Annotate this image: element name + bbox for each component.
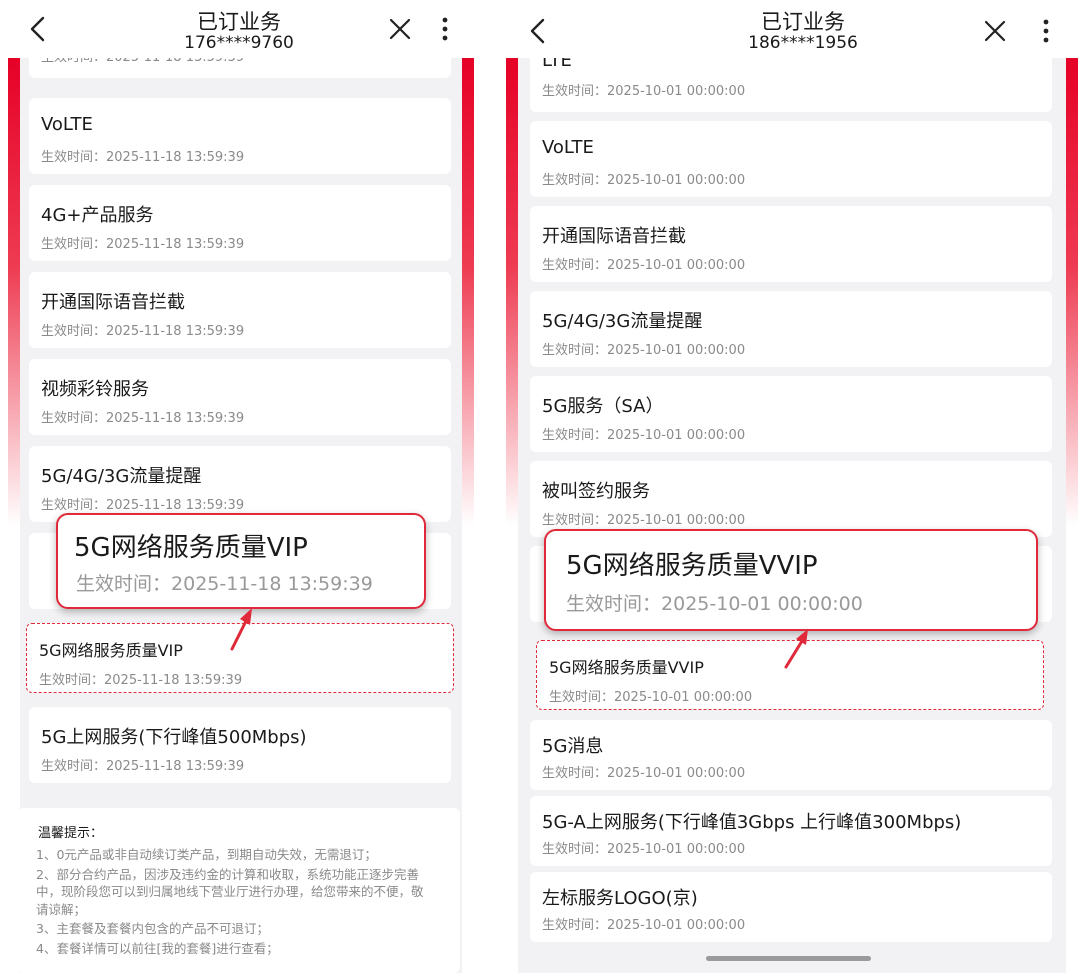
service-card[interactable]: 5G/4G/3G流量提醒 生效时间：2025-10-01 00:00:00 — [530, 291, 1052, 367]
service-card[interactable]: 5G/4G/3G流量提醒 生效时间：2025-11-18 13:59:39 — [29, 446, 451, 522]
right-screenshot-panel: 已订业务 186****1956 LTE 生效时间：2025-10-01 00:… — [506, 0, 1080, 973]
service-card[interactable]: 开通国际语音拦截 生效时间：2025-10-01 00:00:00 — [530, 206, 1052, 282]
callout-service-name: 5G网络服务质量VVIP — [566, 551, 818, 581]
tips-list: 1、0元产品或非自动续订类产品，到期自动失效，无需退订； 2、部分合约产品，因涉… — [36, 846, 431, 959]
red-pointer-arrow-icon — [784, 629, 808, 669]
service-date: 生效时间：2025-11-18 13:59:39 — [41, 150, 245, 165]
service-date: 生效时间：2025-10-01 00:00:00 — [542, 258, 746, 273]
right-red-side-bar — [1066, 56, 1078, 526]
service-card[interactable]: VoLTE 生效时间：2025-11-18 13:59:39 — [29, 98, 451, 174]
service-date: 生效时间：2025-11-18 13:59:39 — [41, 411, 245, 426]
service-date: 生效时间：2025-10-01 00:00:00 — [542, 343, 746, 358]
red-pointer-arrow-icon — [230, 608, 252, 651]
service-name: 5G网络服务质量VVIP — [549, 658, 704, 677]
service-name: 5G/4G/3G流量提醒 — [542, 311, 703, 332]
service-card[interactable]: VoLTE 生效时间：2025-10-01 00:00:00 — [530, 121, 1052, 197]
service-card[interactable]: 4G+产品服务 生效时间：2025-11-18 13:59:39 — [29, 185, 451, 261]
tips-title: 温馨提示： — [38, 826, 104, 841]
callout-service-date: 生效时间：2025-10-01 00:00:00 — [566, 593, 863, 615]
service-name: 被叫签约服务 — [542, 481, 650, 502]
service-name: 视频彩铃服务 — [41, 379, 149, 400]
panel-divider — [478, 0, 506, 973]
service-date: 生效时间：2025-11-18 13:59:39 — [41, 237, 245, 252]
left-red-side-bar — [8, 56, 20, 526]
tips-line: 1、0元产品或非自动续订类产品，到期自动失效，无需退订； — [36, 847, 377, 862]
service-date: 生效时间：2025-10-01 00:00:00 — [542, 84, 746, 99]
service-date: 生效时间：2025-11-18 13:59:39 — [41, 498, 245, 513]
more-options-icon[interactable] — [1029, 14, 1063, 48]
close-icon[interactable] — [383, 12, 417, 46]
service-date: 生效时间：2025-10-01 00:00:00 — [542, 428, 746, 443]
service-card[interactable]: 5G服务（SA） 生效时间：2025-10-01 00:00:00 — [530, 376, 1052, 452]
service-name: VoLTE — [542, 137, 594, 158]
service-date: 生效时间：2025-10-01 00:00:00 — [542, 918, 746, 933]
zoom-callout: 5G网络服务质量VIP 生效时间：2025-11-18 13:59:39 — [56, 513, 426, 609]
left-red-side-bar — [506, 56, 518, 526]
service-name: 5G网络服务质量VIP — [39, 641, 183, 660]
service-date: 生效时间：2025-10-01 00:00:00 — [542, 173, 746, 188]
callout-service-date: 生效时间：2025-11-18 13:59:39 — [76, 573, 373, 595]
more-options-icon[interactable] — [428, 12, 462, 46]
tips-line: 4、套餐详情可以前往[我的套餐]进行查看； — [36, 940, 279, 956]
service-card[interactable]: 视频彩铃服务 生效时间：2025-11-18 13:59:39 — [29, 359, 451, 435]
service-name: 5G上网服务(下行峰值500Mbps) — [41, 727, 307, 748]
service-name: 开通国际语音拦截 — [542, 226, 686, 247]
service-date: 生效时间：2025-11-18 13:59:39 — [41, 324, 245, 339]
tips-line: 2、部分合约产品，因涉及违约金的计算和收取，系统功能正逐步完善中，现阶段您可以到… — [36, 866, 424, 917]
service-name: 左标服务LOGO(京) — [542, 888, 698, 909]
service-date: 生效时间：2025-10-01 00:00:00 — [542, 766, 746, 781]
tips-line: 3、主套餐及套餐内包含的产品不可退订； — [36, 921, 269, 936]
app-header: 已订业务 186****1956 — [506, 0, 1080, 58]
left-screenshot-panel: 已订业务 176****9760 生效时间：2025-11-18 13:59:3… — [0, 0, 478, 973]
service-name: 5G服务（SA） — [542, 396, 664, 417]
service-card[interactable]: 开通国际语音拦截 生效时间：2025-11-18 13:59:39 — [29, 272, 451, 348]
callout-service-name: 5G网络服务质量VIP — [74, 533, 308, 563]
home-indicator[interactable] — [706, 956, 871, 961]
close-icon[interactable] — [978, 14, 1012, 48]
service-date: 生效时间：2025-10-01 00:00:00 — [542, 842, 746, 857]
right-red-side-bar — [462, 56, 474, 526]
service-name: 5G-A上网服务(下行峰值3Gbps 上行峰值300Mbps) — [542, 812, 962, 833]
service-card[interactable]: 左标服务LOGO(京) 生效时间：2025-10-01 00:00:00 — [530, 872, 1052, 942]
service-date: 生效时间：2025-11-18 13:59:39 — [39, 673, 243, 688]
service-card[interactable]: 被叫签约服务 生效时间：2025-10-01 00:00:00 — [530, 461, 1052, 537]
service-name: 开通国际语音拦截 — [41, 292, 185, 313]
app-header: 已订业务 176****9760 — [0, 0, 478, 58]
service-name: 4G+产品服务 — [41, 205, 154, 226]
zoom-callout: 5G网络服务质量VVIP 生效时间：2025-10-01 00:00:00 — [544, 529, 1038, 631]
service-date: 生效时间：2025-11-18 13:59:39 — [41, 759, 245, 774]
service-name: 5G/4G/3G流量提醒 — [41, 466, 202, 487]
service-card[interactable]: 5G上网服务(下行峰值500Mbps) 生效时间：2025-11-18 13:5… — [29, 707, 451, 783]
tips-box: 温馨提示： 1、0元产品或非自动续订类产品，到期自动失效，无需退订； 2、部分合… — [18, 808, 460, 973]
service-name: VoLTE — [41, 114, 93, 135]
service-date: 生效时间：2025-10-01 00:00:00 — [549, 690, 753, 705]
service-name: 5G消息 — [542, 736, 604, 757]
service-date: 生效时间：2025-10-01 00:00:00 — [542, 513, 746, 528]
service-card[interactable]: 5G消息 生效时间：2025-10-01 00:00:00 — [530, 720, 1052, 790]
service-card[interactable]: 5G-A上网服务(下行峰值3Gbps 上行峰值300Mbps) 生效时间：202… — [530, 796, 1052, 866]
service-list: LTE 生效时间：2025-10-01 00:00:00 VoLTE 生效时间：… — [518, 32, 1066, 973]
